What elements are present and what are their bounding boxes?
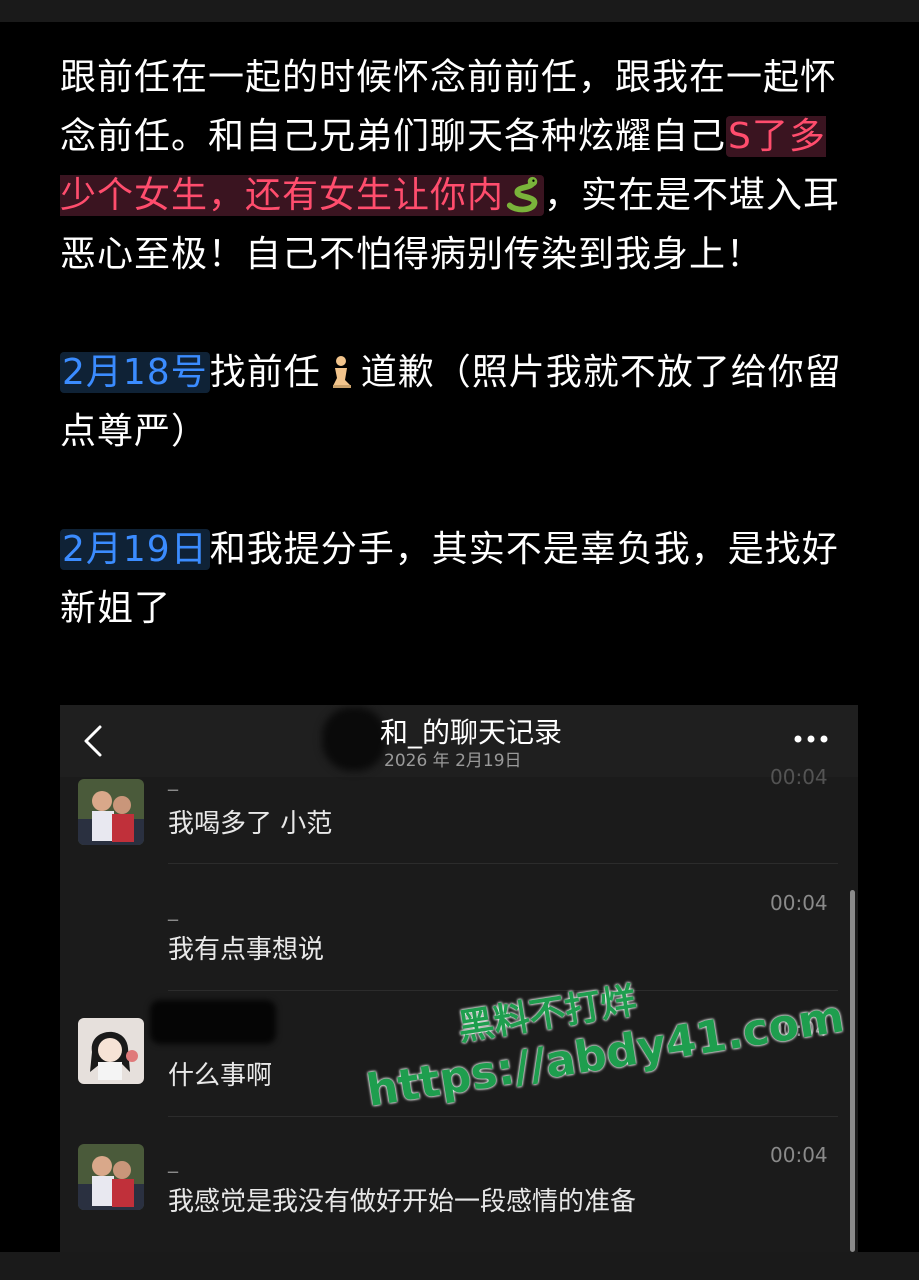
- chat-message[interactable]: _ 00:04 我有点事想说: [60, 887, 858, 1013]
- sender-name: _: [168, 767, 178, 791]
- sender-name: _: [168, 897, 178, 921]
- para2-text-a: 找前任: [209, 352, 321, 393]
- top-bar: [0, 0, 919, 22]
- bottom-bar: [0, 1252, 919, 1280]
- message-time: 00:04: [770, 1017, 828, 1041]
- date-tag-feb18: 2月18号: [60, 352, 210, 393]
- post-paragraph-2: 2月18号找前任 道歉（照片我就不放了给你留点尊严）: [60, 343, 860, 461]
- chat-message[interactable]: 00:04 什么事啊: [60, 1013, 858, 1139]
- sender-name: _: [168, 1149, 178, 1173]
- message-time: 00:04: [770, 765, 828, 789]
- message-text: 我喝多了 小范: [168, 809, 333, 839]
- couple-photo-avatar: [78, 779, 144, 845]
- anime-girl-avatar: [78, 1018, 144, 1084]
- redacted-name-blot: [322, 707, 386, 771]
- chat-scrollbar[interactable]: [850, 890, 855, 1252]
- message-divider: [168, 1116, 838, 1117]
- post-paragraph-3: 2月19日和我提分手，其实不是辜负我，是找好新姐了: [60, 520, 860, 638]
- back-chevron-icon[interactable]: [80, 723, 106, 759]
- message-text: 什么事啊: [168, 1061, 273, 1091]
- chat-date: 2026 年 2月19日: [384, 751, 522, 771]
- message-text: 我感觉是我没有做好开始一段感情的准备: [168, 1187, 637, 1217]
- chat-message[interactable]: _ 00:04 我喝多了 小范: [60, 765, 858, 903]
- message-divider: [168, 863, 838, 864]
- couple-photo-avatar: [78, 1144, 144, 1210]
- post-body: 跟前任在一起的时候怀念前前任，跟我在一起怀念前任。和自己兄弟们聊天各种炫耀自己S…: [60, 48, 860, 638]
- message-divider: [168, 990, 838, 991]
- chat-history-panel: 和_的聊天记录 2026 年 2月19日 _ 00:04 我喝多了 小范 _ 0…: [60, 705, 858, 1252]
- snake-emoji-icon: [506, 176, 538, 213]
- message-time: 00:04: [770, 891, 828, 915]
- para1-text-before: 跟前任在一起的时候怀念前前任，跟我在一起怀念前任。和自己兄弟们聊天各种炫耀自己: [60, 57, 838, 157]
- chat-header: 和_的聊天记录 2026 年 2月19日: [60, 705, 858, 777]
- message-text: 我有点事想说: [168, 935, 325, 965]
- post-paragraph-1: 跟前任在一起的时候怀念前前任，跟我在一起怀念前任。和自己兄弟们聊天各种炫耀自己S…: [60, 48, 860, 284]
- more-options-icon[interactable]: [792, 731, 830, 747]
- date-tag-feb19: 2月19日: [60, 529, 210, 570]
- chat-message[interactable]: _ 00:04 我感觉是我没有做好开始一段感情的准备: [60, 1139, 858, 1252]
- kneeling-person-emoji-icon: [332, 356, 351, 388]
- message-time: 00:04: [770, 1143, 828, 1167]
- chat-title: 和_的聊天记录: [380, 716, 563, 749]
